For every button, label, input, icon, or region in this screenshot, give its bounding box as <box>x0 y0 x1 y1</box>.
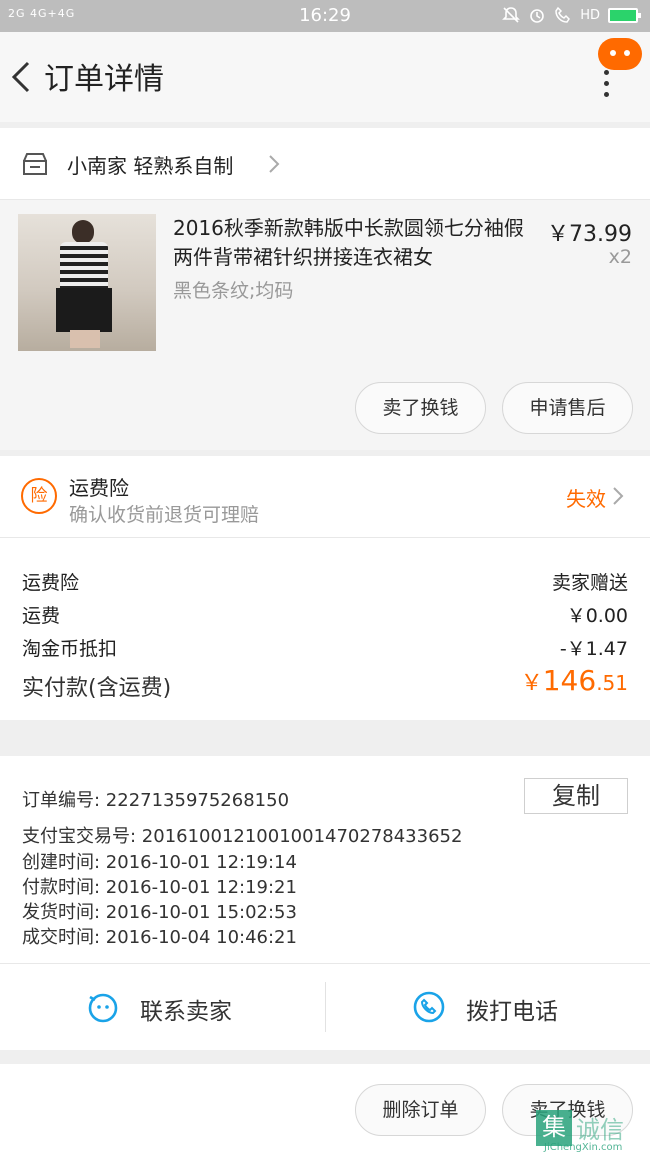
fee-value: -￥1.47 <box>559 638 628 660</box>
alarm-icon <box>530 9 545 23</box>
total-amount: ￥146.51 <box>521 664 628 697</box>
order-number: 订单编号: 2227135975268150 <box>22 790 290 811</box>
total-currency: ￥ <box>520 671 543 696</box>
insurance-description: 确认收货前退货可理赔 <box>69 504 260 526</box>
fee-row: 淘金币抵扣 -￥1.47 <box>22 634 628 661</box>
product-quantity: x2 <box>608 246 632 268</box>
status-bar: 2G 4G+4G 16:29 HD <box>0 0 650 32</box>
product-price: ￥73.99 <box>547 222 632 247</box>
battery-icon <box>608 7 641 23</box>
page-title: 订单详情 <box>44 62 164 97</box>
fee-value: 卖家赠送 <box>551 572 628 594</box>
product-title[interactable]: 2016秋季新款韩版中长款圆领七分袖假两件背带裙针织拼接连衣裙女 <box>173 214 533 272</box>
fee-label: 运费险 <box>22 572 80 594</box>
contact-seller-label: 联系卖家 <box>140 999 232 1025</box>
watermark-logo: 集 <box>536 1110 572 1146</box>
paid-time: 付款时间: 2016-10-01 12:19:21 <box>22 877 297 898</box>
total-integer: 146 <box>542 664 597 697</box>
bell-mute-icon <box>502 7 521 23</box>
copy-button[interactable]: 复制 <box>524 778 628 814</box>
watermark: 集 诚信 JiChengXin.com <box>530 1102 650 1155</box>
sell-for-cash-button[interactable]: 卖了换钱 <box>355 382 486 434</box>
hd-label: HD <box>580 7 600 23</box>
shop-name: 小南家 轻熟系自制 <box>67 154 234 178</box>
insurance-title: 运费险 <box>69 476 129 500</box>
watermark-url: JiChengXin.com <box>544 1142 623 1153</box>
nav-bar: 订单详情 <box>0 32 650 122</box>
call-hd-icon <box>555 6 571 23</box>
insurance-status: 失效 <box>566 487 606 511</box>
fee-label: 运费 <box>22 605 61 627</box>
closed-time: 成交时间: 2016-10-04 10:46:21 <box>22 927 297 948</box>
chevron-right-icon <box>613 487 624 505</box>
product-sku: 黑色条纹;均码 <box>173 280 294 302</box>
call-phone-button[interactable]: 拨打电话 <box>326 964 650 1050</box>
watermark-word: 诚信 <box>576 1116 624 1144</box>
insurance-icon: 险 <box>21 478 57 514</box>
alipay-trade-number: 支付宝交易号: 2016100121001001470278433652 <box>22 826 463 847</box>
chat-face-icon <box>88 993 118 1023</box>
after-sale-button[interactable]: 申请售后 <box>502 382 633 434</box>
total-paid-row: 实付款(含运费) ￥146.51 <box>22 664 628 702</box>
fee-value: ￥0.00 <box>566 605 628 627</box>
shop-icon <box>23 153 47 175</box>
total-label: 实付款(含运费) <box>22 676 172 701</box>
fee-row: 运费险 卖家赠送 <box>22 568 628 595</box>
contact-row: 联系卖家 拨打电话 <box>0 964 650 1050</box>
phone-icon <box>413 991 445 1023</box>
created-time: 创建时间: 2016-10-01 12:19:14 <box>22 852 297 873</box>
shipped-time: 发货时间: 2016-10-01 15:02:53 <box>22 902 297 923</box>
call-phone-label: 拨打电话 <box>466 999 558 1025</box>
delete-order-button[interactable]: 删除订单 <box>355 1084 486 1136</box>
order-item[interactable]: 2016秋季新款韩版中长款圆领七分袖假两件背带裙针织拼接连衣裙女 黑色条纹;均码… <box>0 200 650 450</box>
shipping-insurance-row[interactable]: 险 运费险 确认收货前退货可理赔 失效 <box>0 456 650 538</box>
more-dots-icon <box>604 70 609 103</box>
message-badge-icon <box>598 38 642 70</box>
more-menu-button[interactable] <box>598 38 642 102</box>
fee-row: 运费 ￥0.00 <box>22 601 628 628</box>
shop-row[interactable]: 小南家 轻熟系自制 <box>0 128 650 200</box>
contact-seller-button[interactable]: 联系卖家 <box>0 964 325 1050</box>
fee-label: 淘金币抵扣 <box>22 638 118 660</box>
back-arrow-icon[interactable] <box>10 60 32 94</box>
chevron-right-icon <box>269 155 280 173</box>
order-info: 订单编号: 2227135975268150 复制 支付宝交易号: 201610… <box>0 756 650 964</box>
product-thumbnail[interactable] <box>18 214 156 351</box>
fee-summary: 运费险 卖家赠送 运费 ￥0.00 淘金币抵扣 -￥1.47 实付款(含运费) … <box>0 538 650 720</box>
total-decimal: .51 <box>596 671 628 695</box>
